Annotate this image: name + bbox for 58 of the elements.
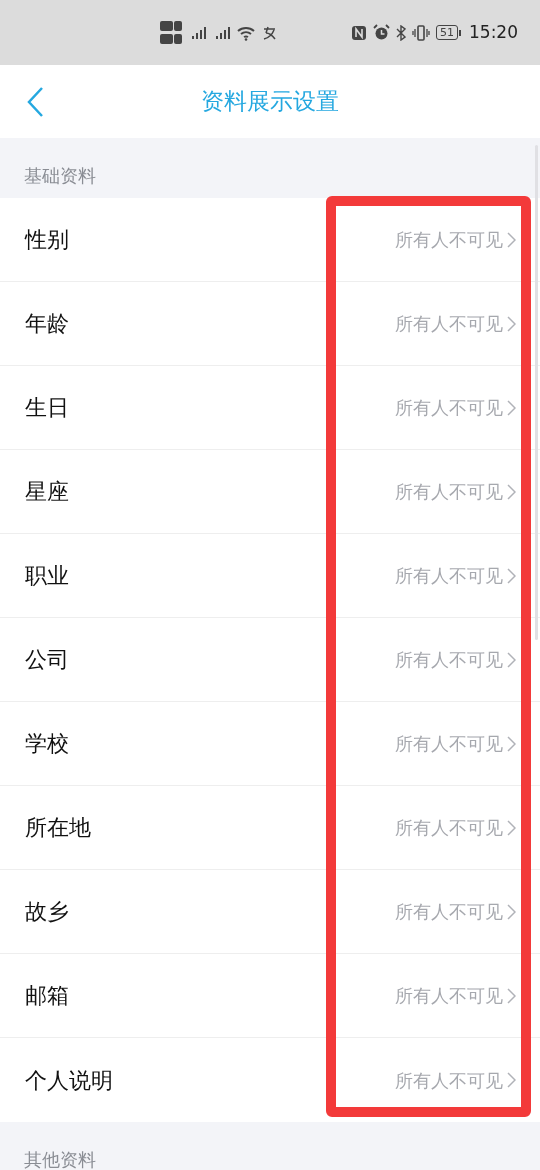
settings-row[interactable]: 年龄 所有人不可见: [0, 282, 540, 366]
row-label: 学校: [25, 730, 69, 758]
chevron-icon: [507, 399, 516, 416]
chevron-icon: [507, 819, 516, 836]
nfc-icon: [351, 24, 367, 41]
settings-row[interactable]: 所在地 所有人不可见: [0, 786, 540, 870]
row-label: 故乡: [25, 898, 69, 926]
row-value: 所有人不可见: [395, 396, 503, 420]
row-label: 生日: [25, 394, 69, 422]
row-value: 所有人不可见: [395, 900, 503, 924]
row-value: 所有人不可见: [395, 1068, 503, 1093]
row-value: 所有人不可见: [395, 480, 503, 504]
row-label: 公司: [25, 646, 69, 674]
sim-icon: [160, 34, 182, 44]
settings-row[interactable]: 性别 所有人不可见: [0, 198, 540, 282]
battery-level: 51: [436, 25, 458, 40]
settings-row[interactable]: 故乡 所有人不可见: [0, 870, 540, 954]
chevron-icon: [507, 483, 516, 500]
row-value: 所有人不可见: [395, 732, 503, 756]
row-value: 所有人不可见: [395, 816, 503, 840]
row-label: 个人说明: [25, 1066, 113, 1095]
chevron-icon: [507, 987, 516, 1004]
settings-row[interactable]: 星座 所有人不可见: [0, 450, 540, 534]
settings-row[interactable]: 学校 所有人不可见: [0, 702, 540, 786]
status-time: 15:20: [469, 20, 518, 44]
section-title: 基础资料: [24, 163, 96, 188]
row-value: 所有人不可见: [395, 228, 503, 252]
settings-row[interactable]: 邮箱 所有人不可见: [0, 954, 540, 1038]
alarm-icon: [373, 24, 390, 41]
chevron-icon: [507, 651, 516, 668]
transfer-icon: [262, 25, 278, 40]
row-label: 星座: [25, 478, 69, 506]
row-value: 所有人不可见: [395, 648, 503, 672]
row-value: 所有人不可见: [395, 312, 503, 336]
back-icon: [26, 86, 44, 118]
chevron-icon: [507, 735, 516, 752]
row-label: 邮箱: [25, 982, 69, 1010]
row-label: 职业: [25, 562, 69, 590]
page-title: 资料展示设置: [201, 87, 339, 117]
vibrate-icon: [412, 24, 430, 41]
wifi-icon: [236, 24, 256, 41]
row-label: 年龄: [25, 310, 69, 338]
settings-row[interactable]: 个人说明 所有人不可见: [0, 1038, 540, 1122]
chevron-icon: [507, 315, 516, 332]
row-value: 所有人不可见: [395, 564, 503, 588]
chevron-icon: [507, 567, 516, 584]
settings-row[interactable]: 公司 所有人不可见: [0, 618, 540, 702]
row-label: 性别: [25, 226, 69, 254]
chevron-icon: [507, 903, 516, 920]
sim-icon: [160, 21, 182, 31]
bluetooth-icon: [396, 24, 406, 41]
settings-row[interactable]: 职业 所有人不可见: [0, 534, 540, 618]
settings-row[interactable]: 生日 所有人不可见: [0, 366, 540, 450]
section-title: 其他资料: [24, 1147, 96, 1170]
chevron-icon: [507, 231, 516, 248]
row-label: 所在地: [25, 814, 91, 842]
row-value: 所有人不可见: [395, 984, 503, 1008]
chevron-icon: [507, 1072, 516, 1088]
